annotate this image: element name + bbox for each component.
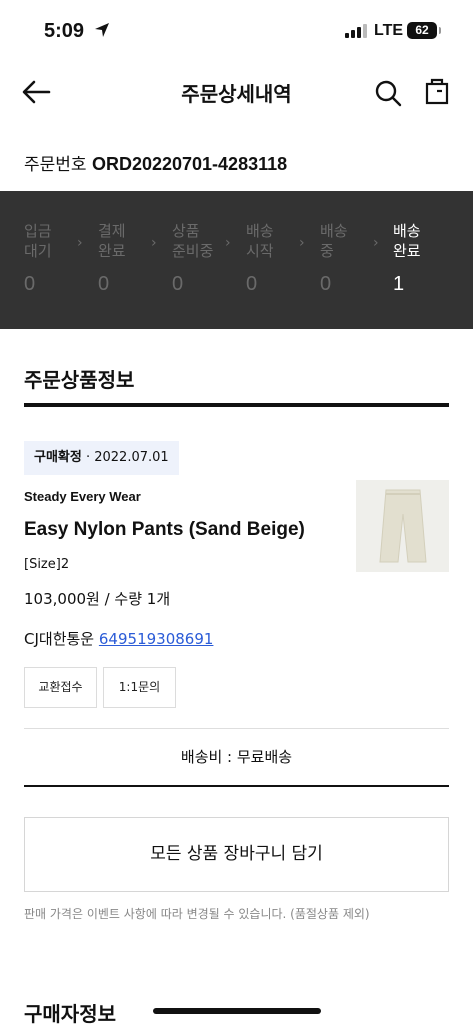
chevron-right-icon: › xyxy=(373,235,379,251)
step-label: 상품 준비중 xyxy=(172,222,214,260)
product-name[interactable]: Easy Nylon Pants (Sand Beige) xyxy=(24,519,305,541)
shipping-fee: 배송비 : 무료배송 xyxy=(180,748,293,766)
section-divider xyxy=(24,403,449,407)
step-label: 배송 시작 xyxy=(246,222,274,260)
product-thumbnail[interactable] xyxy=(356,480,449,572)
product-option: [Size]2 xyxy=(24,557,70,572)
divider xyxy=(24,785,449,787)
location-arrow-icon xyxy=(95,23,109,37)
step-count: 0 xyxy=(98,273,110,295)
step-count: 0 xyxy=(320,273,332,295)
step-in-transit: 배송 중 0 xyxy=(320,221,380,296)
price-quantity: 103,000원 / 수량 1개 xyxy=(24,590,171,608)
order-number-label: 주문번호 xyxy=(24,155,87,175)
step-label: 배송 완료 xyxy=(393,222,421,260)
order-status-tracker: 입금 대기 0 › 결제 완료 0 › 상품 준비중 0 › 배송 시작 0 ›… xyxy=(0,191,473,329)
status-time: 5:09 xyxy=(44,20,85,42)
home-indicator[interactable] xyxy=(153,1008,321,1014)
status-bar: 5:09 LTE 62 xyxy=(0,0,473,60)
step-shipping-start: 배송 시작 0 xyxy=(246,221,306,296)
step-count: 0 xyxy=(24,273,36,295)
tracking-info: CJ대한통운 649519308691 xyxy=(24,628,213,649)
purchase-date: · 2022.07.01 xyxy=(85,450,169,465)
step-label: 배송 중 xyxy=(320,222,348,260)
chevron-right-icon: › xyxy=(225,235,231,251)
status-badge: 구매확정 · 2022.07.01 xyxy=(24,441,179,475)
step-count: 0 xyxy=(172,273,184,295)
price-notice: 판매 가격은 이벤트 사항에 따라 변경될 수 있습니다. (품절상품 제외) xyxy=(24,907,370,921)
courier-name: CJ대한통운 xyxy=(24,630,95,648)
battery-nub xyxy=(439,27,441,34)
signal-icon xyxy=(345,24,367,38)
product-section-title: 주문상품정보 xyxy=(24,368,135,392)
step-preparing: 상품 준비중 0 xyxy=(172,221,232,296)
step-count: 0 xyxy=(246,273,258,295)
network-type: LTE xyxy=(374,22,404,39)
step-payment-done: 결제 완료 0 xyxy=(98,221,158,296)
battery-icon: 62 xyxy=(407,22,437,39)
divider xyxy=(24,728,449,729)
chevron-right-icon: › xyxy=(151,235,157,251)
order-number-value: ORD20220701-4283118 xyxy=(91,154,288,174)
step-deposit-wait: 입금 대기 0 xyxy=(24,221,84,296)
exchange-request-button[interactable]: 교환접수 xyxy=(24,667,97,708)
chevron-right-icon: › xyxy=(299,235,305,251)
top-nav: 주문상세내역 xyxy=(0,60,473,124)
buyer-section-title: 구매자정보 xyxy=(24,1002,116,1024)
step-label: 결제 완료 xyxy=(98,222,126,260)
purchase-status: 구매확정 xyxy=(34,450,82,465)
step-count: 1 xyxy=(393,273,405,295)
order-number: 주문번호 ORD20220701-4283118 xyxy=(24,150,287,175)
chevron-right-icon: › xyxy=(77,235,83,251)
brand-name[interactable]: Steady Every Wear xyxy=(24,489,141,504)
search-icon[interactable] xyxy=(373,78,403,108)
inquiry-button[interactable]: 1:1문의 xyxy=(103,667,176,708)
shopping-bag-icon[interactable] xyxy=(422,76,452,106)
add-all-to-cart-button[interactable]: 모든 상품 장바구니 담기 xyxy=(24,817,449,892)
tracking-number-link[interactable]: 649519308691 xyxy=(99,630,214,648)
step-label: 입금 대기 xyxy=(24,222,52,260)
step-delivered: 배송 완료 1 xyxy=(393,221,453,296)
